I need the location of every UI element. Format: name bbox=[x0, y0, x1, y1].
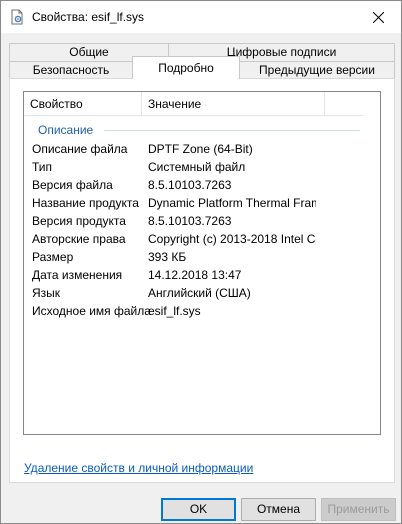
window-title: Свойства: esif_lf.sys bbox=[32, 10, 145, 24]
property-name: Версия файла bbox=[32, 178, 113, 192]
list-item[interactable]: Дата изменения 14.12.2018 13:47 bbox=[24, 266, 364, 284]
group-header-description: Описание bbox=[24, 122, 364, 138]
group-divider bbox=[104, 130, 360, 131]
property-value: 8.5.10103.7263 bbox=[148, 178, 232, 192]
cancel-button[interactable]: Отмена bbox=[241, 498, 316, 521]
column-header-value[interactable]: Значение bbox=[142, 92, 324, 116]
property-value: Английский (США) bbox=[148, 286, 251, 300]
list-item[interactable]: Язык Английский (США) bbox=[24, 284, 364, 302]
list-item[interactable]: Размер 393 КБ bbox=[24, 248, 364, 266]
vertical-scrollbar[interactable] bbox=[363, 92, 380, 434]
details-list[interactable]: Свойство Значение Описание Описание файл… bbox=[23, 91, 381, 435]
list-item[interactable]: Версия файла 8.5.10103.7263 bbox=[24, 176, 364, 194]
property-value: esif_lf.sys bbox=[148, 304, 201, 318]
title-bar[interactable]: Свойства: esif_lf.sys bbox=[1, 1, 401, 33]
tab-previous-versions[interactable]: Предыдущие версии bbox=[239, 61, 395, 79]
column-header-property[interactable]: Свойство bbox=[24, 92, 140, 116]
property-value: Dynamic Platform Thermal Frame... bbox=[148, 196, 316, 210]
property-value: 14.12.2018 13:47 bbox=[148, 268, 242, 282]
property-name: Язык bbox=[32, 286, 61, 300]
list-item[interactable]: Исходное имя файла esif_lf.sys bbox=[24, 302, 364, 320]
property-name: Дата изменения bbox=[32, 268, 123, 282]
property-value: Copyright (c) 2013-2018 Intel Corp... bbox=[148, 232, 316, 246]
list-item[interactable]: Описание файла DPTF Zone (64-Bit) bbox=[24, 140, 364, 158]
property-value: 393 КБ bbox=[148, 250, 187, 264]
property-name: Название продукта bbox=[32, 196, 139, 210]
list-header: Свойство Значение bbox=[24, 92, 380, 116]
property-value: Системный файл bbox=[148, 160, 246, 174]
list-item[interactable]: Название продукта Dynamic Platform Therm… bbox=[24, 194, 364, 212]
column-divider[interactable] bbox=[324, 92, 325, 116]
tab-security[interactable]: Безопасность bbox=[9, 61, 133, 79]
group-label: Описание bbox=[38, 123, 94, 137]
close-icon bbox=[372, 11, 384, 23]
remove-properties-link[interactable]: Удаление свойств и личной информации bbox=[24, 461, 253, 475]
tab-details[interactable]: Подробно bbox=[132, 56, 240, 79]
property-name: Тип bbox=[32, 160, 53, 174]
property-name: Описание файла bbox=[32, 142, 128, 156]
property-name: Исходное имя файла bbox=[32, 304, 151, 318]
property-value: 8.5.10103.7263 bbox=[148, 214, 232, 228]
property-value: DPTF Zone (64-Bit) bbox=[148, 142, 253, 156]
close-button[interactable] bbox=[355, 1, 401, 33]
property-name: Размер bbox=[32, 250, 74, 264]
document-gear-icon bbox=[9, 9, 25, 25]
properties-window: Свойства: esif_lf.sys Общие Цифровые под… bbox=[0, 0, 402, 524]
ok-button[interactable]: OK bbox=[161, 498, 236, 521]
property-name: Версия продукта bbox=[32, 214, 126, 228]
list-item[interactable]: Версия продукта 8.5.10103.7263 bbox=[24, 212, 364, 230]
list-item[interactable]: Тип Системный файл bbox=[24, 158, 364, 176]
list-item[interactable]: Авторские права Copyright (c) 2013-2018 … bbox=[24, 230, 364, 248]
details-panel: Свойство Значение Описание Описание файл… bbox=[9, 78, 395, 483]
property-name: Авторские права bbox=[32, 232, 126, 246]
apply-button[interactable]: Применить bbox=[321, 498, 396, 521]
